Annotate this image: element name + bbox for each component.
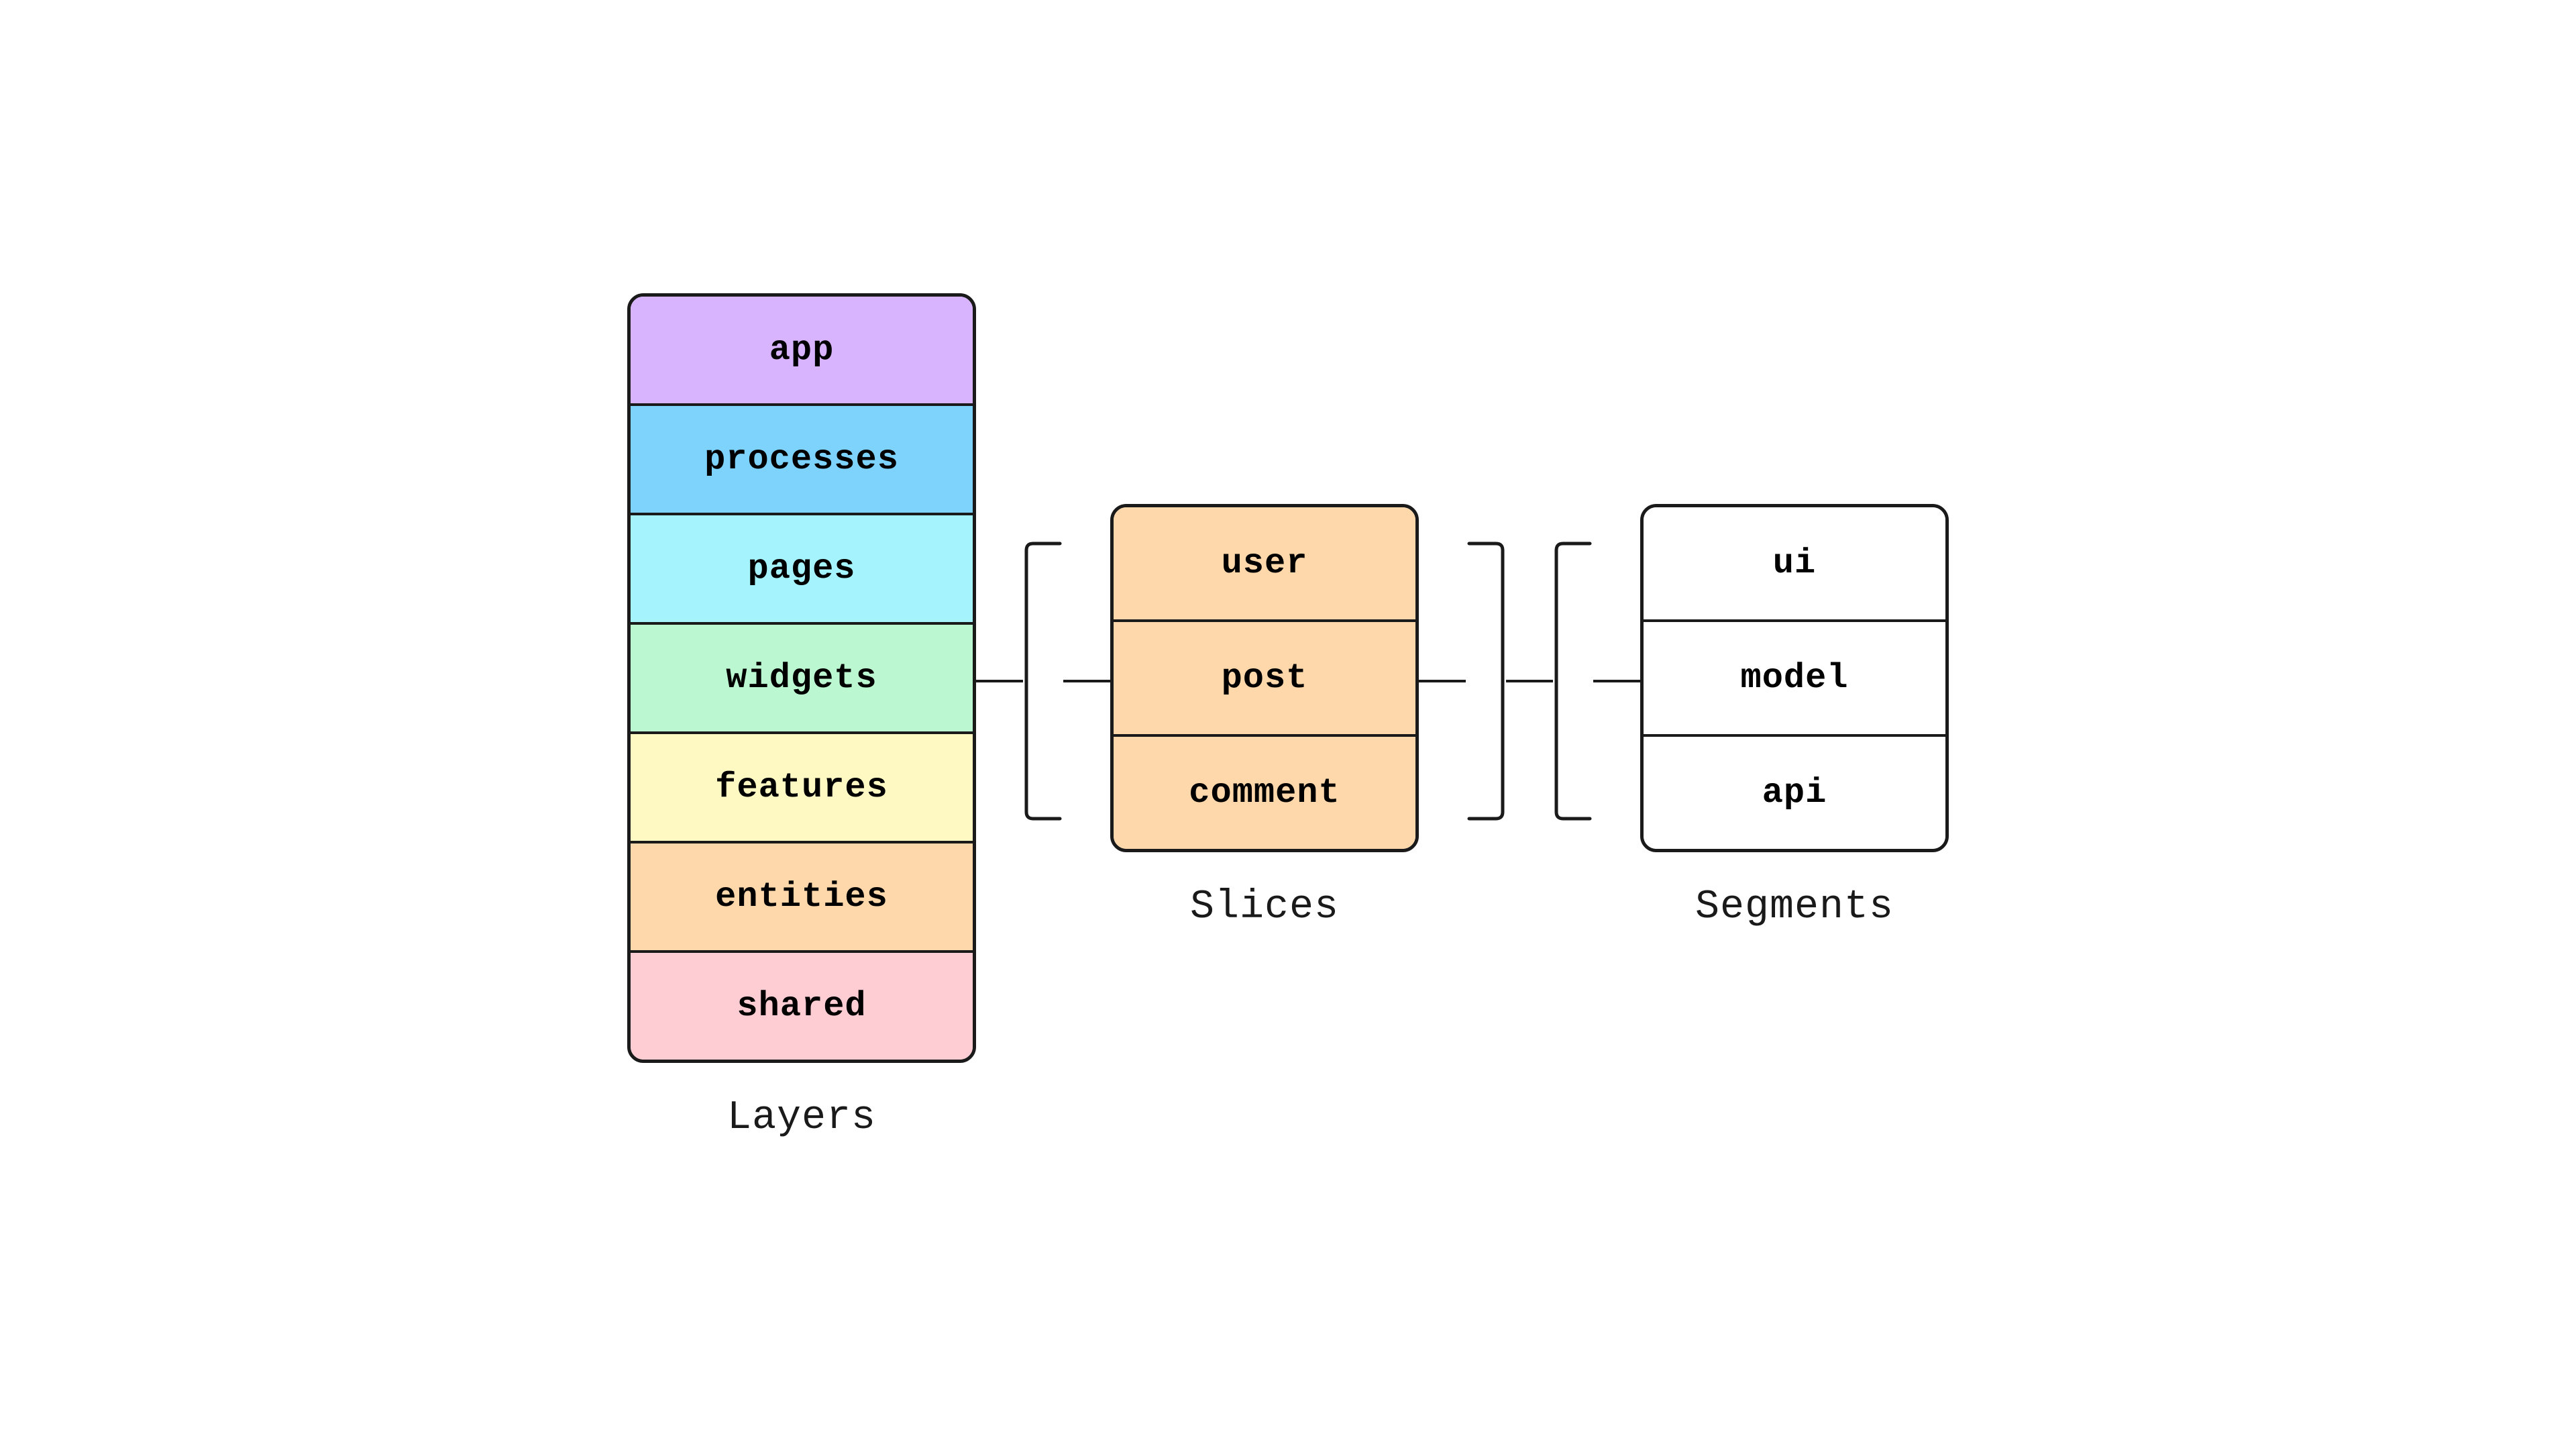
layers-stack: app processes pages widgets features ent…	[627, 293, 976, 1063]
segments-column: ui model api Segments	[1640, 504, 1949, 930]
slices-column: user post comment Slices	[1110, 504, 1419, 930]
layer-entities: entities	[631, 843, 973, 953]
layers-label: Layers	[727, 1095, 876, 1141]
layer-shared: shared	[631, 953, 973, 1060]
connector-line-4	[1506, 680, 1553, 682]
layers-column: app processes pages widgets features ent…	[627, 293, 976, 1141]
segment-ui: ui	[1644, 507, 1945, 622]
layer-app: app	[631, 297, 973, 406]
layer-pages: pages	[631, 515, 973, 625]
connector-line-1	[976, 680, 1023, 682]
segments-label: Segments	[1695, 884, 1894, 930]
segment-api: api	[1644, 737, 1945, 849]
segments-left-bracket	[1553, 540, 1593, 822]
slices-stack: user post comment	[1110, 504, 1419, 852]
layer-features: features	[631, 734, 973, 843]
slice-user: user	[1114, 507, 1415, 622]
layer-processes: processes	[631, 406, 973, 515]
connector-line-2	[1063, 680, 1110, 682]
connector-line-3	[1419, 680, 1466, 682]
left-bracket	[1023, 540, 1063, 822]
diagram-container: app processes pages widgets features ent…	[627, 293, 1949, 1141]
connector-line-5	[1593, 680, 1640, 682]
slice-comment: comment	[1114, 737, 1415, 849]
slice-post: post	[1114, 622, 1415, 737]
layer-widgets: widgets	[631, 625, 973, 734]
right-bracket	[1466, 540, 1506, 822]
segments-stack: ui model api	[1640, 504, 1949, 852]
slices-label: Slices	[1190, 884, 1339, 930]
segment-model: model	[1644, 622, 1945, 737]
